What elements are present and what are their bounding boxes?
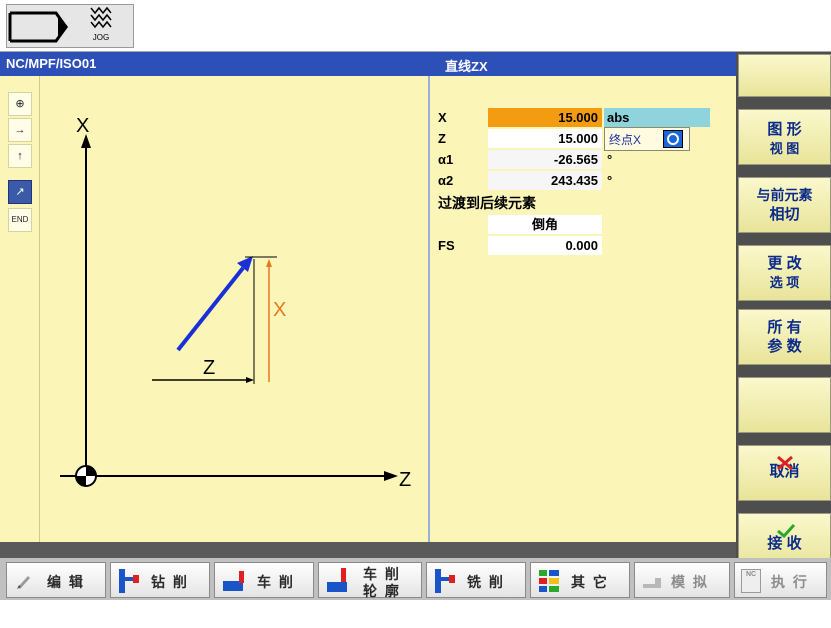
graphic-view-label-2: 视 图 xyxy=(769,141,800,156)
line-vector xyxy=(176,266,245,352)
others-icon xyxy=(539,570,559,592)
a2-value: 243.435 xyxy=(488,171,602,190)
a1-value: -26.565 xyxy=(488,150,602,169)
mode-arrow-icon xyxy=(8,11,68,43)
vertical-line-button[interactable]: ↑ xyxy=(8,144,32,168)
toggle-icon[interactable] xyxy=(663,130,683,148)
pole-icon: ⊕ xyxy=(15,98,25,110)
nc-file-icon: NC xyxy=(741,569,761,593)
horizontal-softkey-bar: 编 辑 钻 削 车 削 车 削 轮 廓 铣 削 其 它 模 拟 NC 执 行 xyxy=(0,558,831,600)
execute-label: 执 行 xyxy=(771,574,809,590)
a2-unit: ° xyxy=(607,173,613,188)
contour-graphic: X Z X Z xyxy=(60,115,411,491)
milling-button[interactable]: 铣 削 xyxy=(426,562,526,598)
horizontal-line-icon: → xyxy=(14,124,26,136)
a1-unit: ° xyxy=(607,152,613,167)
contour-turning-label-2: 轮 廓 xyxy=(363,583,401,599)
vertical-line-icon: ↑ xyxy=(17,150,23,162)
tooltip: 终点X xyxy=(604,127,690,151)
x-dimension-label: X xyxy=(273,299,286,321)
status-bar xyxy=(0,542,736,558)
diagonal-line-icon: ↗ xyxy=(15,186,25,198)
tangent-to-prev-button[interactable]: 与前元素 相切 xyxy=(738,177,831,233)
milling-icon xyxy=(435,569,455,593)
horizontal-line-button[interactable]: → xyxy=(8,118,32,142)
a2-label: α2 xyxy=(438,173,454,188)
softkey-v6[interactable] xyxy=(738,377,831,433)
diagonal-line-button[interactable]: ↗ xyxy=(8,180,32,204)
change-selection-label-2: 选 项 xyxy=(769,275,800,290)
footer-area xyxy=(0,600,831,628)
title-bar: NC/MPF/ISO01 直线ZX xyxy=(0,52,736,76)
softkey-v1[interactable] xyxy=(738,54,831,97)
x-unit-select[interactable]: abs xyxy=(604,108,710,127)
a1-label: α1 xyxy=(438,152,454,167)
x-axis-label: X xyxy=(76,115,89,137)
change-selection-label-1: 更 改 xyxy=(767,255,802,272)
simulate-icon xyxy=(643,578,661,588)
tooltip-text: 终点X xyxy=(609,133,642,147)
z-dimension-label: Z xyxy=(203,357,215,379)
drill-icon xyxy=(119,569,139,593)
nc-badge: NC xyxy=(745,571,757,578)
graphic-view: X Z X Z xyxy=(40,76,428,542)
execute-button[interactable]: NC 执 行 xyxy=(734,562,827,598)
mode-label: JOG xyxy=(92,33,110,42)
all-params-label-1: 所 有 xyxy=(767,319,802,336)
contour-turning-button[interactable]: 车 削 轮 廓 xyxy=(318,562,422,599)
simulate-label: 模 拟 xyxy=(671,574,709,590)
pole-button[interactable]: ⊕ xyxy=(8,92,32,116)
parameter-form: X 15.000 abs Z 15.000 终点X α1 -26.565 ° α… xyxy=(428,76,736,542)
others-button[interactable]: 其 它 xyxy=(530,562,630,598)
edit-button[interactable]: 编 辑 xyxy=(6,562,106,598)
form-title: 直线ZX xyxy=(445,59,488,74)
z-axis-arrow xyxy=(384,471,398,481)
transition-label: 过渡到后续元素 xyxy=(438,195,536,211)
vertical-softkey-bar: 图 形 视 图 与前元素 相切 更 改 选 项 所 有 参 数 取消 接 收 xyxy=(736,52,831,618)
contour-element-toolbar: ⊕ → ↑ ↗ END xyxy=(0,76,40,542)
drill-label: 钻 削 xyxy=(151,574,189,590)
x-input[interactable]: 15.000 xyxy=(488,108,602,127)
simulate-button[interactable]: 模 拟 xyxy=(634,562,730,598)
others-label: 其 它 xyxy=(571,574,609,590)
z-axis-label: Z xyxy=(399,469,411,491)
turning-button[interactable]: 车 削 xyxy=(214,562,314,598)
program-path: NC/MPF/ISO01 xyxy=(6,56,97,71)
z-input[interactable]: 15.000 xyxy=(488,129,602,148)
tangent-label-2: 相切 xyxy=(769,206,800,223)
cancel-icon xyxy=(777,455,793,471)
end-icon: END xyxy=(11,215,29,224)
all-parameters-button[interactable]: 所 有 参 数 xyxy=(738,309,831,365)
edit-label: 编 辑 xyxy=(47,574,85,590)
end-button[interactable]: END xyxy=(8,208,32,232)
checkmark-icon xyxy=(777,523,796,538)
z-label: Z xyxy=(438,131,446,146)
edit-icon xyxy=(17,576,30,589)
x-unit: abs xyxy=(607,110,630,125)
graphic-view-label-1: 图 形 xyxy=(767,121,802,138)
transition-select[interactable]: 倒角 xyxy=(488,215,602,234)
graphic-view-button[interactable]: 图 形 视 图 xyxy=(738,109,831,165)
all-params-label-2: 参 数 xyxy=(767,338,802,355)
turning-icon xyxy=(223,571,244,591)
x-label: X xyxy=(438,110,447,125)
contour-turning-icon xyxy=(327,568,347,592)
fs-input[interactable]: 0.000 xyxy=(488,236,602,255)
cancel-button[interactable]: 取消 xyxy=(738,445,831,501)
drill-button[interactable]: 钻 削 xyxy=(110,562,210,598)
tangent-label-1: 与前元素 xyxy=(756,187,813,203)
fs-label: FS xyxy=(438,238,455,253)
top-bar: JOG xyxy=(0,0,831,52)
change-selection-button[interactable]: 更 改 选 项 xyxy=(738,245,831,301)
milling-label: 铣 削 xyxy=(467,574,505,590)
turning-label: 车 削 xyxy=(257,574,295,590)
